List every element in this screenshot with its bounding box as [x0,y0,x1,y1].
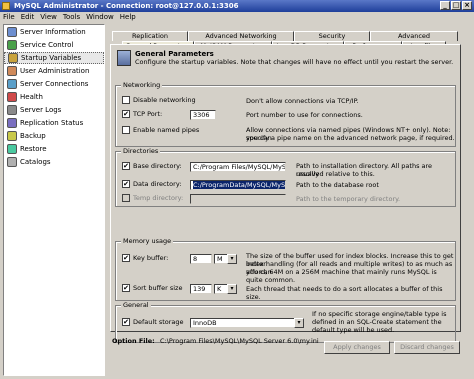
base-directory-input[interactable]: C:/Program Files/MySQL/MySQL Se [190,162,286,172]
default-storage-dropdown-icon[interactable]: ▾ [294,318,304,328]
temp-directory-desc: Path to the temporary directory. [296,195,401,203]
tcp-port-checkbox[interactable]: ✔ [122,110,130,118]
base-directory-row: ✔ Base directory: [122,161,182,170]
sidebar-item-server-information[interactable]: Server Information [4,26,104,38]
key-buffer-row: ✔ Key buffer: [122,253,169,262]
tab-row-1: Replication Advanced Networking Security… [112,31,458,41]
menu-tools[interactable]: Tools [63,12,80,23]
connections-icon [7,79,17,89]
data-directory-input[interactable]: C:/ProgramData/MySQL/MySQL Se [190,180,286,190]
key-buffer-unit-dropdown-icon[interactable]: ▾ [227,254,237,264]
startup-variables-icon [8,53,18,63]
data-directory-row: ✔ Data directory: [122,179,182,188]
sidebar-item-health[interactable]: Health [4,91,104,103]
option-file-label: Option File: [112,337,155,345]
health-icon [7,92,17,102]
close-button[interactable]: × [462,1,472,10]
menu-edit[interactable]: Edit [21,12,35,23]
networking-title: Networking [121,81,163,89]
parameters-icon [117,50,131,66]
directories-title: Directories [121,147,161,155]
sort-buffer-checkbox[interactable]: ✔ [122,284,130,292]
option-file-path: C:\Program Files\MySQL\MySQL Server 6.0\… [160,337,319,345]
tcp-port-input[interactable]: 3306 [190,110,216,120]
named-pipes-row: Enable named pipes [122,126,199,134]
sort-buffer-input[interactable]: 139 [190,284,212,294]
server-info-icon [7,27,17,37]
menu-view[interactable]: View [40,12,57,23]
named-pipes-desc-2: specify a pipe name on the advanced netw… [246,134,455,142]
data-directory-desc: Path to the database root [296,181,379,189]
default-storage-desc-1: If no specific storage engine/table type… [312,310,447,318]
base-directory-checkbox[interactable]: ✔ [122,162,130,170]
app-icon [2,2,10,10]
window-title: MySQL Administrator - Connection: root@1… [14,2,239,10]
data-directory-checkbox[interactable]: ✔ [122,180,130,188]
discard-changes-button[interactable]: Discard changes [394,341,460,354]
panel-title: General Parameters [135,50,214,58]
sidebar: Server Information Service Control Start… [3,24,105,376]
tcp-port-desc: Port number to use for connections. [246,111,363,119]
sidebar-item-restore[interactable]: Restore [4,143,104,155]
key-buffer-checkbox[interactable]: ✔ [122,254,130,262]
tab-replication[interactable]: Replication [112,31,188,41]
title-bar: MySQL Administrator - Connection: root@1… [0,0,474,12]
key-buffer-desc-3: afford; 64M on a 256M machine that mainl… [246,268,437,284]
restore-icon [7,144,17,154]
menu-bar: File Edit View Tools Window Help [0,12,474,23]
key-buffer-input[interactable]: 8 [190,254,212,264]
panel-subtitle: Configure the startup variables. Note th… [135,58,454,66]
sort-buffer-row: ✔ Sort buffer size [122,283,183,292]
default-storage-select[interactable]: InnoDB [190,318,300,328]
maximize-button[interactable]: □ [451,1,461,10]
sort-buffer-desc: Each thread that needs to do a sort allo… [246,285,443,301]
backup-icon [7,131,17,141]
tab-advanced[interactable]: Advanced [370,31,458,41]
named-pipes-checkbox[interactable] [122,126,130,134]
tab-security[interactable]: Security [294,31,370,41]
disable-networking-checkbox[interactable] [122,96,130,104]
sidebar-item-user-administration[interactable]: User Administration [4,65,104,77]
default-storage-checkbox[interactable]: ✔ [122,318,130,326]
logs-icon [7,105,17,115]
sidebar-item-replication-status[interactable]: Replication Status [4,117,104,129]
disable-networking-desc: Don't allow connections via TCP/IP. [246,97,359,105]
service-control-icon [7,40,17,50]
sidebar-item-service-control[interactable]: Service Control [4,39,104,51]
catalogs-icon [7,157,17,167]
default-storage-desc-3: default type will be used. [312,326,395,334]
sort-buffer-unit-dropdown-icon[interactable]: ▾ [227,284,237,294]
sidebar-item-backup[interactable]: Backup [4,130,104,142]
replication-icon [7,118,17,128]
tab-advanced-networking[interactable]: Advanced Networking [188,31,294,41]
networking-group: Networking Disable networking Don't allo… [115,81,456,147]
menu-file[interactable]: File [3,12,15,23]
menu-window[interactable]: Window [86,12,114,23]
disable-networking-row: Disable networking [122,96,196,104]
panel-header: General Parameters Configure the startup… [115,48,455,66]
general-parameters-panel: General Parameters Configure the startup… [110,44,461,343]
apply-changes-button[interactable]: Apply changes [324,341,390,354]
sidebar-item-catalogs[interactable]: Catalogs [4,156,104,168]
temp-directory-input[interactable] [190,194,286,204]
default-storage-row: ✔ Default storage [122,317,184,326]
menu-help[interactable]: Help [120,12,136,23]
memory-usage-group: Memory usage ✔ Key buffer: 8 M ▾ The siz… [115,237,456,301]
general-title: General [121,301,151,309]
user-admin-icon [7,66,17,76]
temp-directory-checkbox[interactable] [122,194,130,202]
sidebar-item-startup-variables[interactable]: Startup Variables [4,52,104,64]
directories-group: Directories ✔ Base directory: C:/Program… [115,147,456,207]
tcp-port-row: ✔ TCP Port: [122,109,163,118]
temp-directory-row: Temp directory: [122,194,183,202]
base-directory-desc-2: resolved relative to this. [296,170,375,178]
sidebar-item-server-logs[interactable]: Server Logs [4,104,104,116]
memory-usage-title: Memory usage [121,237,174,245]
minimize-button[interactable]: _ [440,1,450,10]
main-panel: Replication Advanced Networking Security… [110,24,471,376]
default-storage-desc-2: defined in an SQL-Create statement the [312,318,442,326]
sidebar-item-server-connections[interactable]: Server Connections [4,78,104,90]
